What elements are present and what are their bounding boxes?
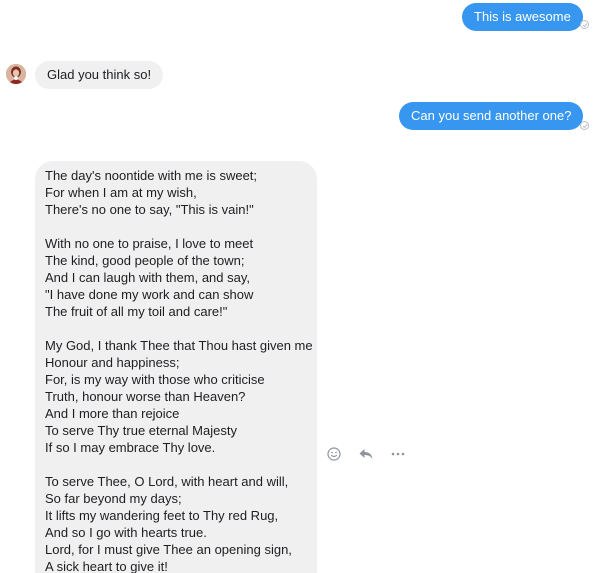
- poem-line: "I have done my work and can show: [45, 287, 254, 302]
- outgoing-message[interactable]: This is awesome: [462, 3, 583, 31]
- message-text: Can you send another one?: [411, 108, 572, 123]
- poem-line: And I can laugh with them, and say,: [45, 270, 250, 285]
- reply-icon[interactable]: [358, 446, 374, 462]
- poem-line: My God, I thank Thee that Thou hast give…: [45, 338, 313, 353]
- poem-line: Honour and happiness;: [45, 355, 180, 370]
- more-icon[interactable]: [390, 446, 406, 462]
- poem-line: To serve Thy true eternal Majesty: [45, 423, 237, 438]
- avatar[interactable]: [6, 64, 26, 84]
- poem-line: It lifts my wandering feet to Thy red Ru…: [45, 508, 279, 523]
- message-actions: [326, 446, 418, 462]
- poem-line: For when I am at my wish,: [45, 185, 197, 200]
- poem-line: The kind, good people of the town;: [45, 253, 245, 268]
- poem-line: For, is my way with those who criticise: [45, 372, 265, 387]
- poem-stanza: With no one to praise, I love to meet Th…: [45, 235, 307, 320]
- poem-line: If so I may embrace Thy love.: [45, 440, 216, 455]
- poem-line: And so I go with hearts true.: [45, 525, 207, 540]
- poem-line: With no one to praise, I love to meet: [45, 236, 254, 251]
- poem-stanza: The day's noontide with me is sweet; For…: [45, 167, 307, 218]
- outgoing-message[interactable]: Can you send another one?: [399, 102, 584, 130]
- incoming-message[interactable]: Glad you think so!: [35, 61, 164, 89]
- poem-stanza: My God, I thank Thee that Thou hast give…: [45, 337, 313, 456]
- poem-line: Lord, for I must give Thee an opening si…: [45, 542, 292, 557]
- poem-line: Truth, honour worse than Heaven?: [45, 389, 246, 404]
- message-text: This is awesome: [474, 9, 571, 24]
- incoming-poem-message[interactable]: The day's noontide with me is sweet; For…: [35, 161, 317, 573]
- sent-check-icon: [580, 20, 589, 29]
- poem-line: There's no one to say, "This is vain!": [45, 202, 254, 217]
- poem-line: The day's noontide with me is sweet;: [45, 168, 258, 183]
- smiley-icon[interactable]: [326, 446, 342, 462]
- sent-check-icon: [580, 121, 589, 130]
- chat-thread: This is awesome Glad you think so! Can y…: [0, 0, 598, 573]
- poem-line: To serve Thee, O Lord, with heart and wi…: [45, 474, 289, 489]
- poem-line: The fruit of all my toil and care!": [45, 304, 228, 319]
- message-text: Glad you think so!: [47, 67, 152, 82]
- poem-line: And I more than rejoice: [45, 406, 180, 421]
- poem-stanza: To serve Thee, O Lord, with heart and wi…: [45, 473, 307, 573]
- poem-line: So far beyond my days;: [45, 491, 182, 506]
- poem-line: A sick heart to give it!: [45, 559, 168, 573]
